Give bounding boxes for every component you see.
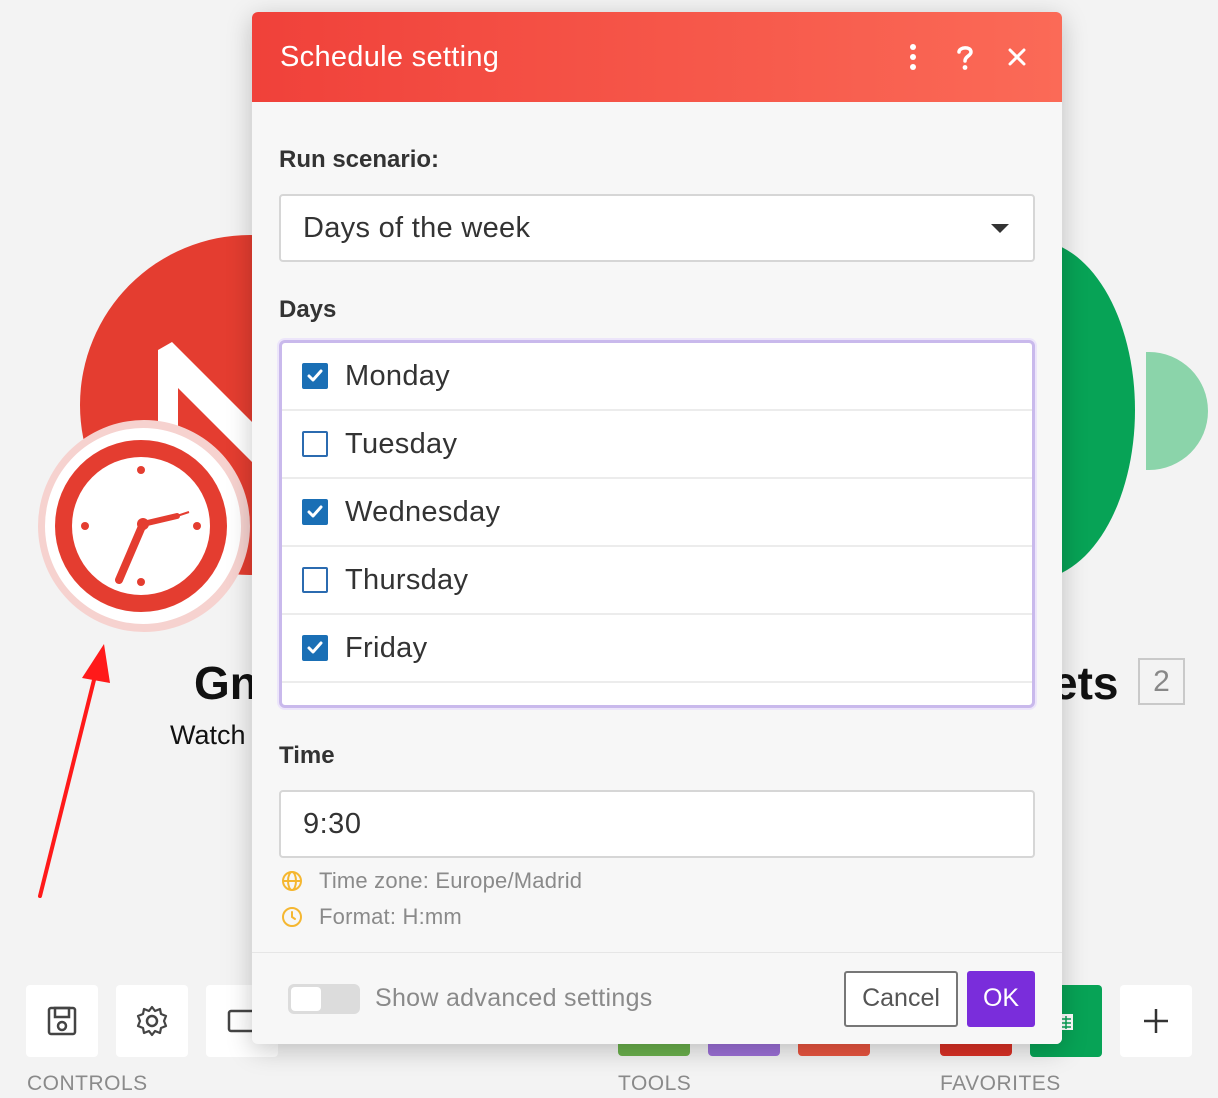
help-icon [957, 46, 973, 70]
settings-button[interactable] [116, 985, 188, 1057]
sheets-module-secondary [1146, 352, 1208, 470]
help-button[interactable] [948, 40, 982, 74]
time-label: Time [279, 742, 335, 769]
checkmark-icon [307, 505, 323, 518]
day-checkbox[interactable] [302, 431, 328, 457]
clock-small-icon [282, 907, 302, 927]
controls-label: CONTROLS [27, 1072, 148, 1095]
close-button[interactable] [1000, 40, 1034, 74]
clock-icon [55, 440, 227, 612]
tool-chip-red[interactable] [798, 1042, 870, 1056]
advanced-settings-label: Show advanced settings [375, 984, 653, 1012]
globe-icon [282, 871, 302, 891]
favorite-chip-red[interactable] [940, 1042, 1012, 1056]
gmail-module-title: Gn [194, 657, 258, 709]
dialog-body: Run scenario: Days of the week Days Mond… [252, 146, 1062, 930]
day-checkbox[interactable] [302, 567, 328, 593]
tool-chip-green[interactable] [618, 1042, 690, 1056]
run-scenario-select[interactable]: Days of the week [279, 194, 1035, 262]
day-option-tuesday[interactable]: Tuesday [282, 411, 1032, 479]
day-label: Friday [345, 631, 428, 664]
schedule-setting-dialog: Schedule setting Run scenario: Days of t… [252, 12, 1062, 1044]
favorites-label: FAVORITES [940, 1072, 1061, 1095]
time-input[interactable] [279, 790, 1035, 858]
ok-button[interactable]: OK [967, 970, 1035, 1027]
schedule-clock-button[interactable] [45, 428, 241, 624]
add-favorite-button[interactable] [1120, 985, 1192, 1057]
run-scenario-label: Run scenario: [279, 146, 440, 173]
chevron-down-icon [991, 223, 1009, 233]
day-option-monday[interactable]: Monday [282, 343, 1032, 411]
day-label: Thursday [345, 563, 469, 596]
tool-chip-purple[interactable] [708, 1042, 780, 1056]
format-hint-text: Format: H:mm [319, 904, 462, 929]
days-label: Days [279, 296, 337, 323]
day-label: Monday [345, 359, 450, 392]
advanced-settings-toggle[interactable] [288, 983, 360, 1014]
cancel-button[interactable]: Cancel [844, 970, 958, 1027]
day-checkbox[interactable] [302, 363, 328, 389]
dialog-title: Schedule setting [280, 40, 500, 73]
save-button[interactable] [26, 985, 98, 1057]
save-icon [47, 1006, 77, 1036]
day-checkbox[interactable] [302, 635, 328, 661]
day-checkbox[interactable] [302, 499, 328, 525]
gear-icon [136, 1005, 168, 1037]
tools-label: TOOLS [618, 1072, 692, 1095]
day-label: Wednesday [345, 495, 501, 528]
run-scenario-value: Days of the week [303, 211, 531, 244]
plus-icon [1144, 1009, 1168, 1033]
dialog-footer: Show advanced settings Cancel OK [252, 952, 1062, 1044]
gmail-module-subtitle: Watch [170, 720, 246, 750]
timezone-hint: Time zone: Europe/Madrid [279, 868, 1035, 894]
checkmark-icon [307, 369, 323, 382]
day-option-thursday[interactable]: Thursday [282, 547, 1032, 615]
module-number-badge: 2 [1138, 658, 1185, 705]
checkmark-icon [307, 641, 323, 654]
format-hint: Format: H:mm [279, 904, 1035, 930]
more-vertical-icon [910, 44, 916, 70]
timezone-hint-text: Time zone: Europe/Madrid [319, 868, 583, 893]
annotation-arrow-icon [38, 644, 110, 898]
days-checkbox-list[interactable]: Monday Tuesday Wednesday Thursday Friday [279, 340, 1035, 708]
dialog-header: Schedule setting [252, 12, 1062, 102]
close-icon [1008, 48, 1026, 66]
day-option-wednesday[interactable]: Wednesday [282, 479, 1032, 547]
day-option-friday[interactable]: Friday [282, 615, 1032, 683]
day-label: Tuesday [345, 427, 458, 460]
toggle-knob [291, 986, 321, 1011]
more-options-button[interactable] [896, 40, 930, 74]
